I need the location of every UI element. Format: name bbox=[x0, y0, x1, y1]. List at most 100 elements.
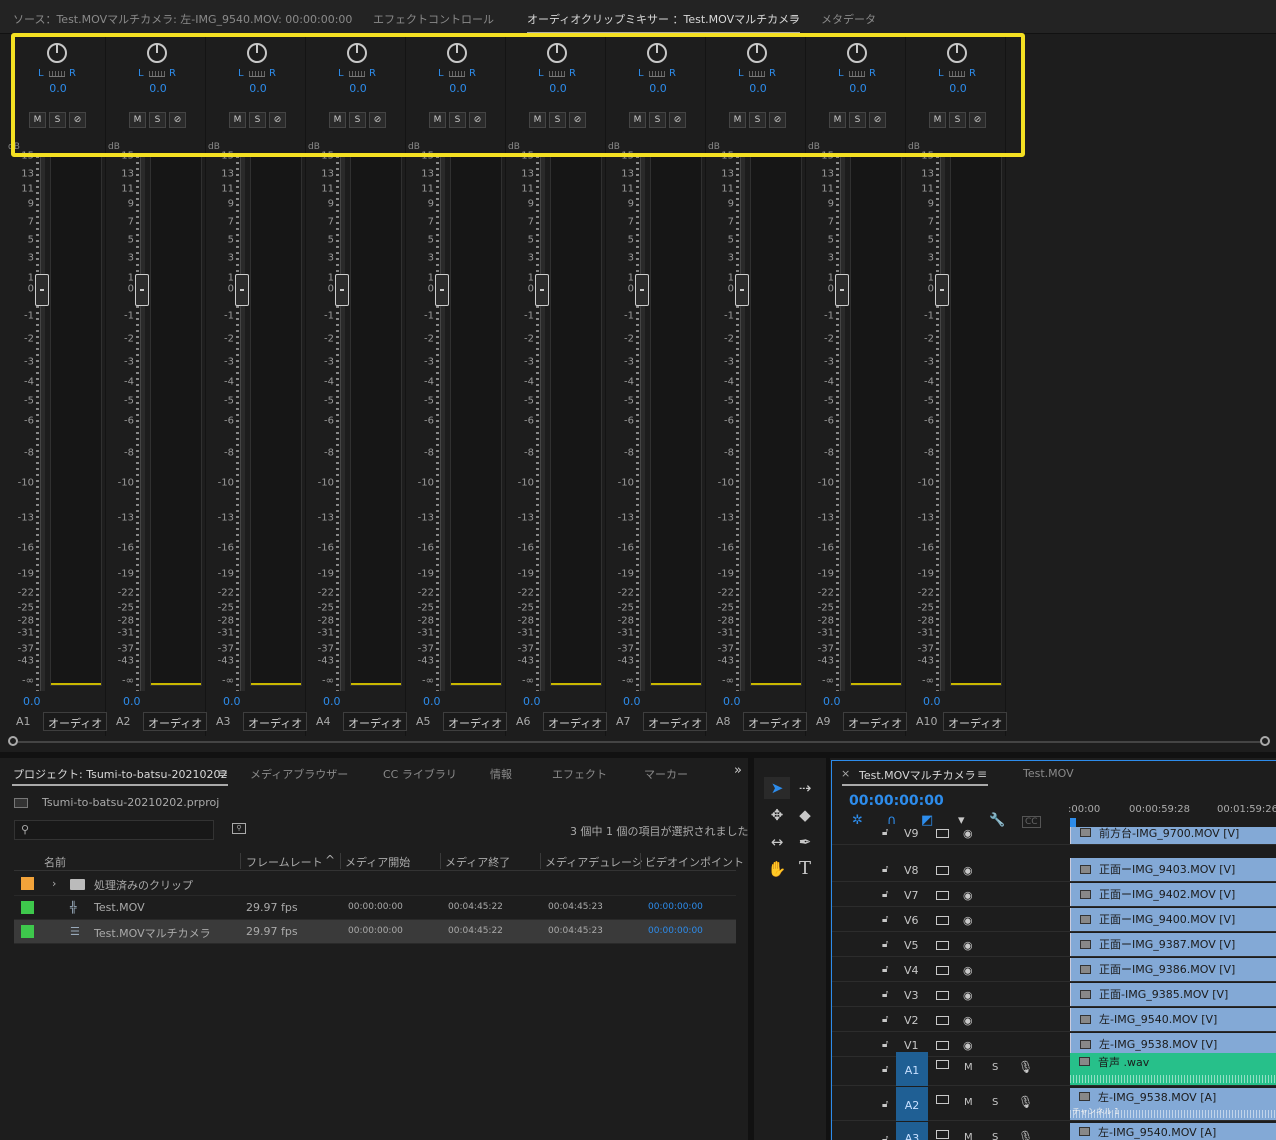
timeline-menu-icon[interactable]: ≡ bbox=[977, 767, 987, 781]
volume-fader[interactable] bbox=[735, 274, 749, 306]
expand-chevron-icon[interactable]: › bbox=[52, 877, 56, 890]
new-search-bin-icon[interactable]: ⚲ bbox=[232, 823, 246, 834]
fader-track[interactable] bbox=[740, 156, 745, 691]
fader-track[interactable] bbox=[240, 156, 245, 691]
panel-menu-icon[interactable]: ≡ bbox=[789, 11, 799, 25]
sync-lock-icon[interactable] bbox=[936, 1095, 949, 1104]
tab-audio-clip-mixer[interactable]: オーディオクリップミキサー ：Test.MOVマルチカメラ bbox=[527, 11, 801, 34]
mute-button[interactable]: M bbox=[29, 112, 46, 128]
eye-icon[interactable]: ◉ bbox=[963, 864, 973, 877]
pan-value[interactable]: 0.0 bbox=[138, 82, 178, 95]
label-color-swatch[interactable] bbox=[21, 901, 34, 914]
tab-media-browser[interactable]: メディアブラウザー bbox=[250, 766, 348, 782]
tab-timeline-multicam[interactable]: Test.MOVマルチカメラ bbox=[859, 767, 976, 783]
lock-icon[interactable]: 🔓︎ bbox=[882, 914, 888, 925]
volume-fader[interactable] bbox=[335, 274, 349, 306]
tab-markers[interactable]: マーカー bbox=[644, 766, 688, 782]
record-button[interactable]: ⊘ bbox=[469, 112, 486, 128]
track-label[interactable]: V7 bbox=[904, 889, 919, 902]
column-media-start[interactable]: メディア開始 bbox=[345, 854, 410, 870]
tab-cc-library[interactable]: CC ライブラリ bbox=[383, 766, 457, 782]
sync-lock-icon[interactable] bbox=[936, 829, 949, 838]
column-frame-rate[interactable]: フレームレート bbox=[246, 854, 323, 870]
volume-value[interactable]: 0.0 bbox=[623, 695, 641, 708]
pan-value[interactable]: 0.0 bbox=[538, 82, 578, 95]
volume-fader[interactable] bbox=[635, 274, 649, 306]
solo-button[interactable]: S bbox=[49, 112, 66, 128]
solo-button[interactable]: S bbox=[649, 112, 666, 128]
video-clip[interactable]: 前方台-IMG_9700.MOV [V] bbox=[1070, 827, 1276, 844]
eye-icon[interactable]: ◉ bbox=[963, 939, 973, 952]
channel-name-field[interactable]: オーディオ 8 bbox=[743, 712, 807, 731]
track-label[interactable]: V5 bbox=[904, 939, 919, 952]
volume-value[interactable]: 0.0 bbox=[23, 695, 41, 708]
microphone-icon[interactable]: 🎙︎ bbox=[1018, 1130, 1033, 1140]
eye-icon[interactable]: ◉ bbox=[963, 1039, 973, 1052]
solo-button[interactable]: S bbox=[249, 112, 266, 128]
microphone-icon[interactable]: 🎙︎ bbox=[1018, 1060, 1033, 1074]
column-video-in-point[interactable]: ビデオインポイント bbox=[645, 854, 744, 870]
volume-fader[interactable] bbox=[435, 274, 449, 306]
record-button[interactable]: ⊘ bbox=[669, 112, 686, 128]
tab-project[interactable]: プロジェクト: Tsumi-to-batsu-20210202 bbox=[13, 766, 227, 782]
sync-lock-icon[interactable] bbox=[936, 866, 949, 875]
type-tool-icon[interactable]: T bbox=[792, 858, 818, 880]
pen-tool-icon[interactable]: ✒ bbox=[792, 831, 818, 853]
sync-lock-icon[interactable] bbox=[936, 1016, 949, 1025]
pan-value[interactable]: 0.0 bbox=[838, 82, 878, 95]
audio-clip[interactable]: 左-IMG_9540.MOV [A] bbox=[1070, 1123, 1276, 1140]
table-row[interactable]: ╬ Test.MOV 29.97 fps 00:00:00:00 00:04:4… bbox=[14, 896, 736, 920]
pan-knob[interactable] bbox=[347, 43, 367, 63]
microphone-icon[interactable]: 🎙︎ bbox=[1018, 1095, 1033, 1109]
audio-clip[interactable]: 左-IMG_9538.MOV [A] チャンネル 1 bbox=[1070, 1088, 1276, 1120]
track-label[interactable]: V1 bbox=[904, 1039, 919, 1052]
mute-button[interactable]: M bbox=[329, 112, 346, 128]
mute-track-button[interactable]: M bbox=[964, 1062, 973, 1073]
record-button[interactable]: ⊘ bbox=[169, 112, 186, 128]
volume-fader[interactable] bbox=[35, 274, 49, 306]
mute-button[interactable]: M bbox=[629, 112, 646, 128]
pan-value[interactable]: 0.0 bbox=[738, 82, 778, 95]
lock-icon[interactable]: 🔓︎ bbox=[882, 889, 888, 900]
sync-lock-icon[interactable] bbox=[936, 966, 949, 975]
hand-tool-icon[interactable]: ✋ bbox=[764, 858, 790, 880]
tab-info[interactable]: 情報 bbox=[490, 766, 512, 782]
pan-knob[interactable] bbox=[447, 43, 467, 63]
fader-track[interactable] bbox=[940, 156, 945, 691]
video-clip[interactable]: 正面ーIMG_9403.MOV [V] bbox=[1070, 858, 1276, 881]
record-button[interactable]: ⊘ bbox=[769, 112, 786, 128]
timecode-display[interactable]: 00:00:00:00 bbox=[849, 793, 944, 809]
channel-name-field[interactable]: オーディオ 5 bbox=[443, 712, 507, 731]
mute-button[interactable]: M bbox=[229, 112, 246, 128]
fader-track[interactable] bbox=[840, 156, 845, 691]
tab-effect-controls[interactable]: エフェクトコントロール bbox=[373, 11, 494, 27]
sync-lock-icon[interactable] bbox=[936, 891, 949, 900]
fader-track[interactable] bbox=[340, 156, 345, 691]
table-row[interactable]: ☰ Test.MOVマルチカメラ 29.97 fps 00:00:00:00 0… bbox=[14, 920, 736, 944]
sync-lock-icon[interactable] bbox=[936, 991, 949, 1000]
pan-value[interactable]: 0.0 bbox=[638, 82, 678, 95]
eye-icon[interactable]: ◉ bbox=[963, 889, 973, 902]
lock-icon[interactable]: 🔓︎ bbox=[882, 1039, 888, 1050]
mute-track-button[interactable]: M bbox=[964, 1097, 973, 1108]
mute-button[interactable]: M bbox=[729, 112, 746, 128]
sync-lock-icon[interactable] bbox=[936, 1130, 949, 1139]
volume-value[interactable]: 0.0 bbox=[923, 695, 941, 708]
pan-value[interactable]: 0.0 bbox=[438, 82, 478, 95]
record-button[interactable]: ⊘ bbox=[369, 112, 386, 128]
label-color-swatch[interactable] bbox=[21, 925, 34, 938]
sort-ascending-icon[interactable]: ^ bbox=[325, 853, 335, 867]
video-clip[interactable]: 正面ーIMG_9387.MOV [V] bbox=[1070, 933, 1276, 956]
record-button[interactable]: ⊘ bbox=[969, 112, 986, 128]
razor-tool-icon[interactable]: ◆ bbox=[792, 804, 818, 826]
mute-button[interactable]: M bbox=[829, 112, 846, 128]
volume-value[interactable]: 0.0 bbox=[823, 695, 841, 708]
fader-track[interactable] bbox=[540, 156, 545, 691]
sync-lock-icon[interactable] bbox=[936, 1041, 949, 1050]
track-select-tool-icon[interactable]: ⇢ bbox=[792, 777, 818, 799]
lock-icon[interactable]: 🔓︎ bbox=[882, 1099, 888, 1110]
fader-track[interactable] bbox=[140, 156, 145, 691]
channel-name-field[interactable]: オーディオ 3 bbox=[243, 712, 307, 731]
solo-button[interactable]: S bbox=[749, 112, 766, 128]
record-button[interactable]: ⊘ bbox=[569, 112, 586, 128]
